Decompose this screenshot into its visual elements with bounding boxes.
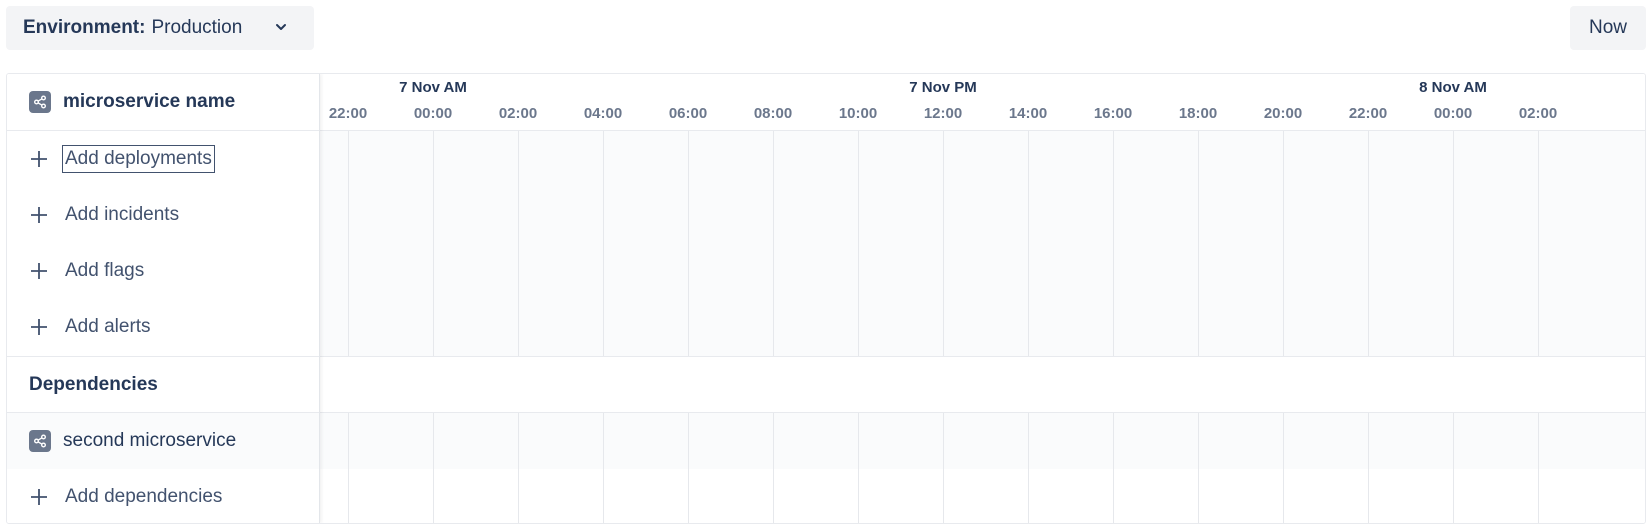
dependencies-heading: Dependencies xyxy=(7,356,319,413)
hour-gridline xyxy=(1538,131,1539,356)
plus-icon xyxy=(31,319,47,335)
timeline-header: 22:00 00:00 02:00 04:00 06:00 08:00 10:00 12:00… xyxy=(320,74,1645,131)
hour-gridline xyxy=(1028,413,1029,523)
hour-tick-label: 20:00 xyxy=(1263,105,1303,122)
share-nodes-icon xyxy=(29,430,51,452)
environment-dropdown[interactable]: Environment: Production xyxy=(6,6,314,50)
hour-gridline xyxy=(943,413,944,523)
hour-tick-label: 22:00 xyxy=(328,105,368,122)
add-alerts-label: Add alerts xyxy=(65,316,151,337)
day-label: 8 Nov AM xyxy=(1419,79,1487,96)
add-incidents-label: Add incidents xyxy=(65,204,180,225)
hour-tick-label: 22:00 xyxy=(1348,105,1388,122)
hour-gridline xyxy=(688,413,689,523)
hour-gridline xyxy=(1368,131,1369,356)
dependency-service-name: second microservice xyxy=(63,430,237,451)
timeline-panel: 22:00 00:00 02:00 04:00 06:00 08:00 10:00 12:00… xyxy=(6,73,1646,524)
environment-value: Production xyxy=(151,17,243,38)
hour-gridline xyxy=(773,131,774,356)
hour-tick-label: 08:00 xyxy=(753,105,793,122)
add-deployments-button[interactable]: Add deployments xyxy=(7,131,319,187)
hour-gridline xyxy=(858,131,859,356)
add-alerts-button[interactable]: Add alerts xyxy=(7,299,319,355)
hour-gridline xyxy=(348,131,349,356)
dependencies-band xyxy=(320,356,1645,413)
hour-gridline xyxy=(348,413,349,523)
hour-gridline xyxy=(1453,413,1454,523)
hour-gridline xyxy=(518,131,519,356)
add-deployments-label: Add deployments xyxy=(62,145,215,173)
hour-gridline xyxy=(433,413,434,523)
sidebar: microservice name Add deployments Add in… xyxy=(7,74,320,523)
plus-icon xyxy=(31,489,47,505)
share-nodes-icon xyxy=(29,91,51,113)
hour-tick-label: 16:00 xyxy=(1093,105,1133,122)
plus-icon xyxy=(31,151,47,167)
day-label: 7 Nov PM xyxy=(909,79,977,96)
plus-icon xyxy=(31,207,47,223)
hour-gridline xyxy=(1368,413,1369,523)
now-button[interactable]: Now xyxy=(1570,6,1646,50)
plus-icon xyxy=(31,263,47,279)
hour-tick-label: 02:00 xyxy=(1518,105,1558,122)
hour-gridline xyxy=(1113,131,1114,356)
add-incidents-button[interactable]: Add incidents xyxy=(7,187,319,243)
chevron-down-icon xyxy=(276,24,286,30)
service-name: microservice name xyxy=(63,91,236,112)
hour-gridline xyxy=(773,413,774,523)
hour-gridline xyxy=(518,413,519,523)
hour-tick-label: 18:00 xyxy=(1178,105,1218,122)
hour-tick-label: 06:00 xyxy=(668,105,708,122)
add-dependencies-button[interactable]: Add dependencies xyxy=(7,469,319,523)
hour-gridline xyxy=(1198,131,1199,356)
dependency-service-row: second microservice xyxy=(7,413,319,469)
hour-tick-label: 14:00 xyxy=(1008,105,1048,122)
hour-tick-label: 02:00 xyxy=(498,105,538,122)
timeline-area: 22:00 00:00 02:00 04:00 06:00 08:00 10:00 12:00… xyxy=(320,74,1645,523)
hour-tick-label: 00:00 xyxy=(413,105,453,122)
hour-tick-label: 12:00 xyxy=(923,105,963,122)
hour-gridline xyxy=(943,131,944,356)
hour-gridline xyxy=(1113,413,1114,523)
hour-gridline xyxy=(603,131,604,356)
hour-gridline xyxy=(433,131,434,356)
add-flags-button[interactable]: Add flags xyxy=(7,243,319,299)
hour-gridline xyxy=(1198,413,1199,523)
hour-gridline xyxy=(858,413,859,523)
add-flags-label: Add flags xyxy=(65,260,145,281)
hour-tick-label: 10:00 xyxy=(838,105,878,122)
hour-gridline xyxy=(603,413,604,523)
service-header: microservice name xyxy=(7,74,319,131)
hour-gridline xyxy=(1283,413,1284,523)
hour-gridline xyxy=(1028,131,1029,356)
day-label: 7 Nov AM xyxy=(399,79,467,96)
add-dependencies-label: Add dependencies xyxy=(65,486,223,507)
hour-gridline xyxy=(688,131,689,356)
hour-gridline xyxy=(1538,413,1539,523)
hour-tick-label: 04:00 xyxy=(583,105,623,122)
hour-gridline xyxy=(1283,131,1284,356)
environment-label: Environment: xyxy=(23,17,146,38)
hour-gridline xyxy=(1453,131,1454,356)
hour-tick-label: 00:00 xyxy=(1433,105,1473,122)
